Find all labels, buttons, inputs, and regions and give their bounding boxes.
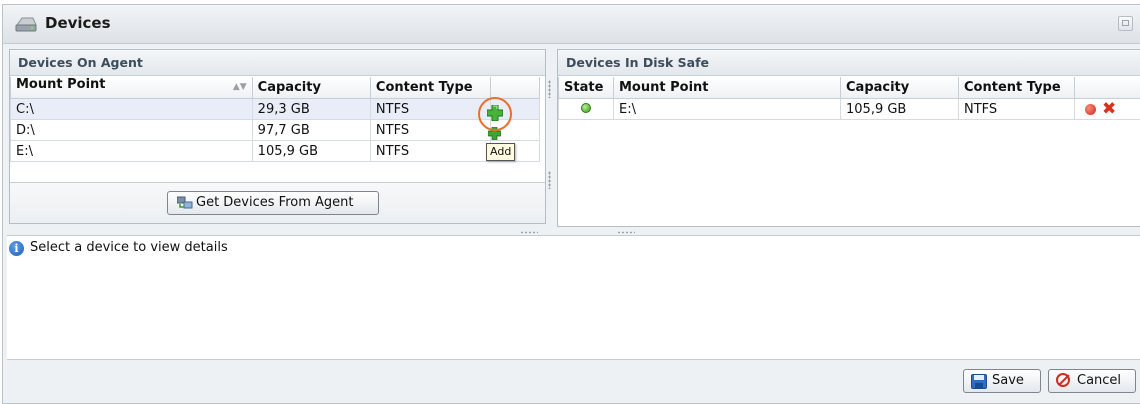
table-row[interactable]: E:\ 105,9 GB NTFS [11, 141, 540, 162]
table-row[interactable]: E:\ 105,9 GB NTFS ✖ [559, 99, 1140, 120]
get-devices-from-agent-button[interactable]: Get Devices From Agent [167, 191, 379, 215]
remove-device-icon[interactable] [1085, 104, 1096, 115]
column-header-capacity[interactable]: Capacity [841, 77, 959, 99]
delete-device-icon[interactable]: ✖ [1102, 101, 1116, 117]
save-button[interactable]: Save [963, 369, 1041, 393]
agent-panel-footer: Get Devices From Agent [10, 182, 545, 223]
vertical-splitter-grip[interactable] [548, 171, 551, 189]
column-header-mount-point[interactable]: Mount Point ▲▼ [11, 77, 253, 99]
cell-content-type: NTFS [370, 120, 490, 141]
add-tooltip: Add [486, 143, 515, 161]
devices-in-disk-safe-header: Devices In Disk Safe [558, 50, 1140, 76]
online-status-icon [581, 103, 591, 113]
vertical-splitter-grip[interactable] [548, 80, 551, 98]
cell-mount-point: C:\ [11, 99, 253, 120]
network-computers-icon [177, 196, 193, 210]
column-header-content-type[interactable]: Content Type [959, 77, 1075, 99]
cell-capacity: 105,9 GB [252, 141, 370, 162]
column-header-capacity[interactable]: Capacity [252, 77, 370, 99]
cell-capacity: 97,7 GB [252, 120, 370, 141]
window-title: Devices [45, 14, 111, 32]
cell-content-type: NTFS [959, 99, 1075, 120]
cell-content-type: NTFS [370, 141, 490, 162]
cell-mount-point: E:\ [614, 99, 841, 120]
cell-content-type: NTFS [370, 99, 490, 120]
cancel-icon [1056, 373, 1070, 387]
horizontal-splitter-grip[interactable] [617, 231, 635, 234]
info-icon: i [9, 241, 24, 256]
cell-mount-point: D:\ [11, 120, 253, 141]
save-label: Save [992, 373, 1024, 388]
table-row[interactable]: D:\ 97,7 GB NTFS [11, 120, 540, 141]
devices-window: Devices Devices On Agent Mount Point ▲▼ … [2, 4, 1140, 404]
get-devices-label: Get Devices From Agent [196, 195, 354, 210]
cell-capacity: 29,3 GB [252, 99, 370, 120]
cancel-button[interactable]: Cancel [1048, 369, 1136, 393]
restore-window-button[interactable] [1118, 16, 1133, 31]
devices-on-agent-panel: Devices On Agent Mount Point ▲▼ Capacity… [9, 49, 546, 224]
table-row[interactable]: C:\ 29,3 GB NTFS [11, 99, 540, 120]
devices-on-agent-header: Devices On Agent [10, 50, 545, 76]
cell-capacity: 105,9 GB [841, 99, 959, 120]
cancel-label: Cancel [1077, 373, 1121, 388]
column-header-state[interactable]: State [559, 77, 614, 99]
horizontal-splitter-grip[interactable] [520, 231, 538, 234]
sort-icon[interactable]: ▲▼ [233, 77, 247, 98]
disk-drive-icon [15, 15, 37, 33]
column-header-actions [491, 77, 540, 99]
column-header-mount-point[interactable]: Mount Point [614, 77, 841, 99]
column-header-label: Mount Point [16, 77, 106, 92]
cell-state [559, 99, 614, 120]
cell-mount-point: E:\ [11, 141, 253, 162]
agent-devices-table: Mount Point ▲▼ Capacity Content Type C:\… [10, 77, 540, 162]
cell-actions: ✖ [1075, 99, 1140, 120]
devices-in-disk-safe-panel: Devices In Disk Safe State Mount Point C… [557, 49, 1140, 227]
save-icon [971, 374, 987, 389]
title-bar: Devices [3, 5, 1140, 44]
add-device-highlight [478, 97, 512, 131]
column-header-actions [1075, 77, 1140, 99]
details-message: Select a device to view details [30, 240, 228, 255]
disk-safe-devices-table: State Mount Point Capacity Content Type … [558, 77, 1140, 120]
device-details-panel: i Select a device to view details [7, 235, 1140, 360]
add-device-button[interactable] [487, 105, 503, 121]
column-header-content-type[interactable]: Content Type [370, 77, 490, 99]
